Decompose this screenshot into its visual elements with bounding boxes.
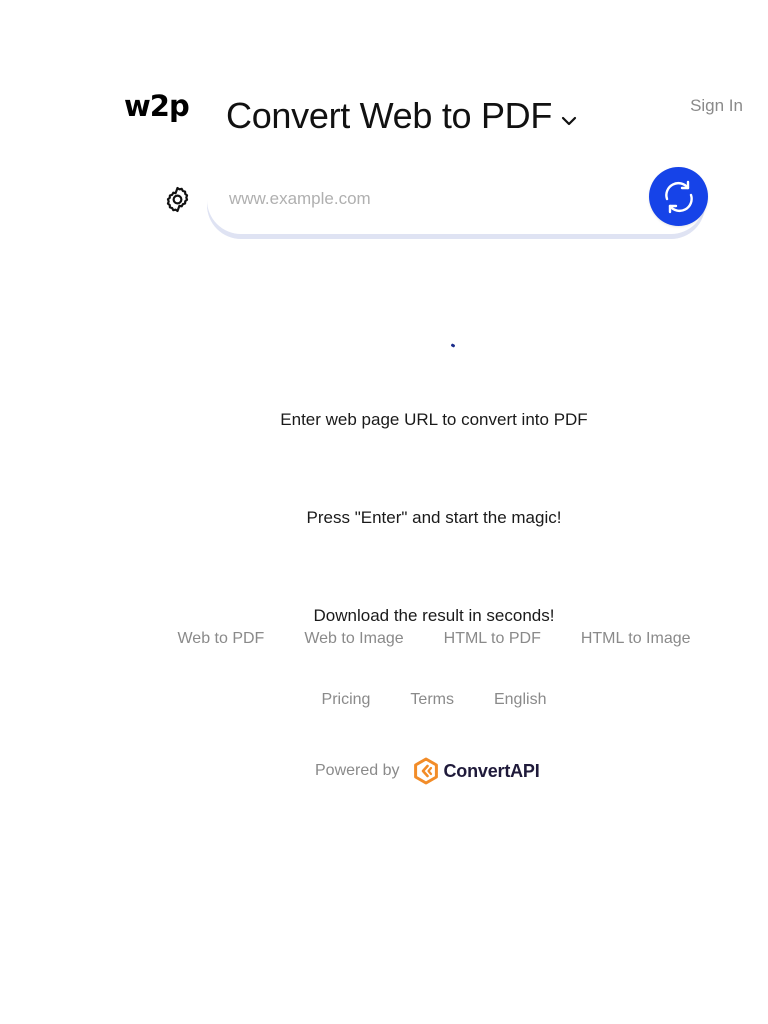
footer-nav: Pricing Terms English <box>0 691 768 709</box>
tools-nav: Web to PDF Web to Image HTML to PDF HTML… <box>0 630 768 648</box>
link-terms[interactable]: Terms <box>410 691 454 709</box>
link-web-to-pdf[interactable]: Web to PDF <box>177 630 264 648</box>
powered-by: Powered by ConvertAPI <box>315 757 540 785</box>
step-text: Press "Enter" and start the magic! <box>306 508 562 527</box>
step-download: Download the result in seconds! <box>0 606 768 626</box>
link-html-to-pdf[interactable]: HTML to PDF <box>444 630 541 648</box>
language-selector[interactable]: English <box>494 691 546 709</box>
convertapi-link[interactable]: ConvertAPI <box>412 757 540 785</box>
gear-icon[interactable] <box>163 185 192 214</box>
link-web-to-image[interactable]: Web to Image <box>304 630 403 648</box>
url-input[interactable] <box>227 182 641 216</box>
convert-button[interactable] <box>649 167 708 226</box>
powered-by-label: Powered by <box>315 762 400 779</box>
convertapi-logo-icon <box>413 757 438 785</box>
link-html-to-image[interactable]: HTML to Image <box>581 630 691 648</box>
step-press-enter: Press "Enter" and start the magic! <box>0 508 768 528</box>
step-text: Enter web page URL to convert into PDF <box>280 410 588 429</box>
converter-type-dropdown[interactable]: Convert Web to PDF <box>226 94 578 138</box>
page-title: Convert Web to PDF <box>226 95 553 136</box>
refresh-icon <box>664 180 693 213</box>
convertapi-brand: ConvertAPI <box>443 760 540 781</box>
chevron-down-icon <box>561 116 577 126</box>
w2p-logo[interactable]: w2p <box>124 88 190 124</box>
loading-indicator <box>450 343 456 348</box>
link-pricing[interactable]: Pricing <box>322 691 371 709</box>
url-bar <box>207 164 705 234</box>
step-text: Download the result in seconds! <box>313 606 555 625</box>
page: w2p Convert Web to PDF Sign In Enter web… <box>0 0 768 1024</box>
step-enter-url: Enter web page URL to convert into PDF <box>0 410 768 430</box>
sign-in-link[interactable]: Sign In <box>690 96 743 116</box>
